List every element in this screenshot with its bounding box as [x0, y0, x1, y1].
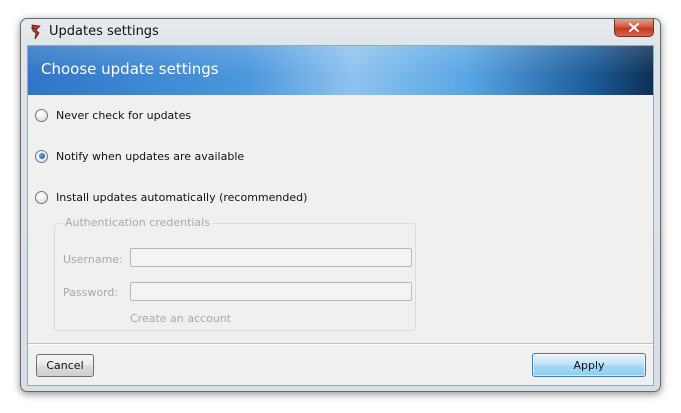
radio-selected-dot [38, 153, 45, 159]
password-label: Password: [63, 286, 119, 299]
username-label: Username: [63, 253, 123, 266]
header-banner: Choose update settings [28, 46, 653, 95]
create-account-link[interactable]: Create an account [130, 312, 231, 325]
password-field[interactable] [130, 282, 412, 301]
radio-button[interactable] [35, 108, 48, 122]
radio-button[interactable] [35, 190, 48, 204]
window-title: Updates settings [49, 24, 159, 39]
cancel-button[interactable]: Cancel [36, 354, 94, 377]
username-field[interactable] [130, 248, 412, 267]
footer-divider [28, 343, 653, 345]
banner-title: Choose update settings [41, 60, 219, 78]
apply-button[interactable]: Apply [532, 353, 646, 377]
title-bar[interactable]: Updates settings [21, 19, 660, 45]
radio-install-automatically[interactable]: Install updates automatically (recommend… [35, 189, 307, 205]
radio-never-check[interactable]: Never check for updates [35, 107, 191, 123]
app-logo-icon [29, 24, 43, 40]
radio-button-selected[interactable] [35, 149, 48, 163]
close-icon [629, 23, 639, 32]
authentication-credentials-group: Authentication credentials Username: Pas… [54, 216, 416, 331]
radio-label: Notify when updates are available [56, 149, 245, 163]
updates-settings-dialog: Updates settings Choose update settings … [20, 18, 661, 392]
radio-label: Install updates automatically (recommend… [56, 190, 308, 204]
dialog-content: Choose update settings Never check for u… [27, 45, 654, 386]
radio-notify-updates[interactable]: Notify when updates are available [35, 148, 244, 164]
radio-label: Never check for updates [56, 108, 192, 122]
close-button[interactable] [614, 19, 654, 37]
group-legend: Authentication credentials [62, 216, 213, 229]
